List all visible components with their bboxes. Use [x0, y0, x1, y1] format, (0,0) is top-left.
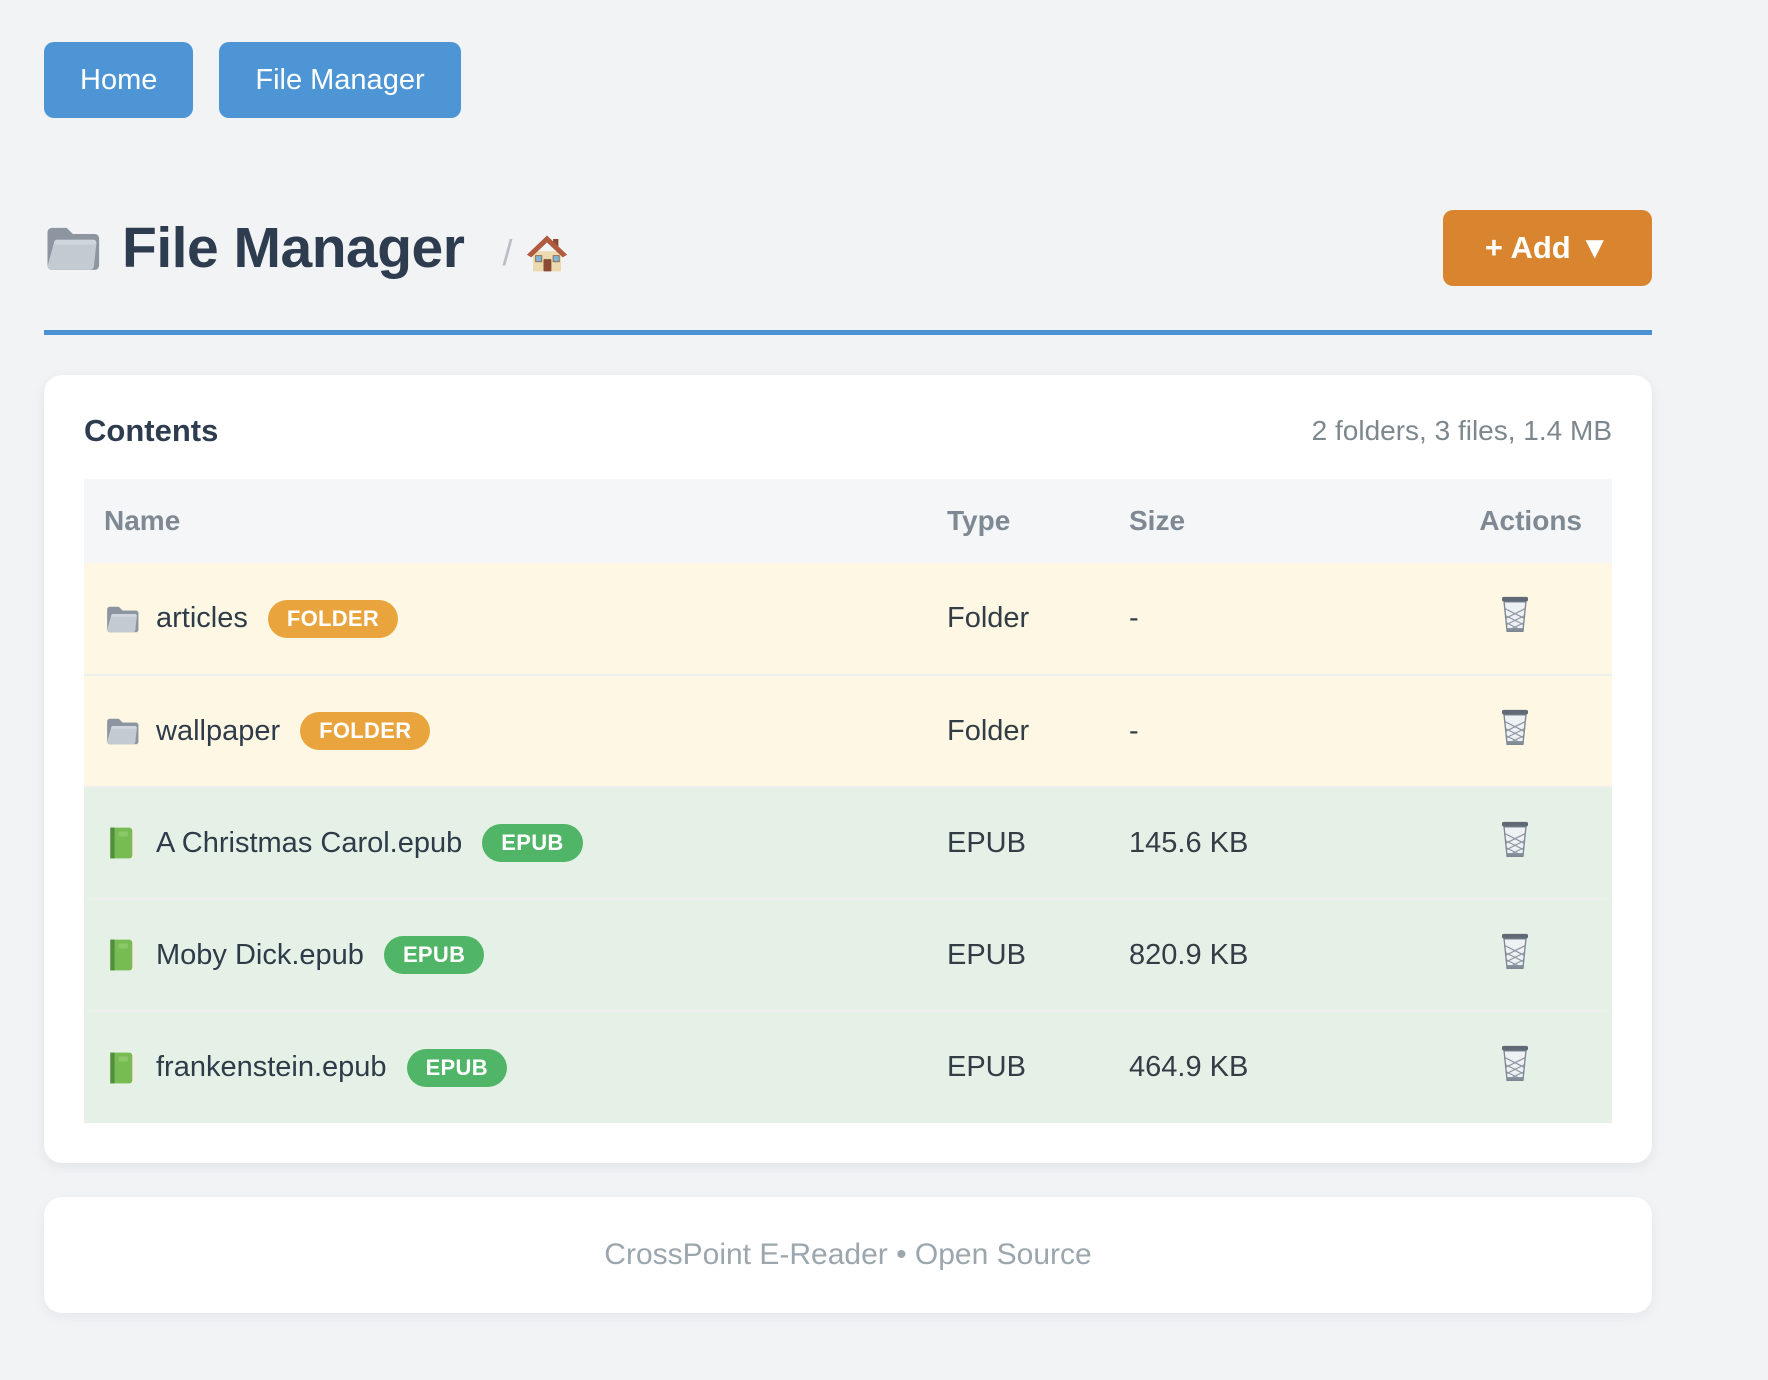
add-button[interactable]: + Add ▼: [1443, 210, 1652, 286]
contents-header: Contents 2 folders, 3 files, 1.4 MB: [84, 413, 1612, 449]
column-header-name: Name: [84, 479, 946, 563]
breadcrumb-separator: /: [502, 232, 512, 274]
item-type: Folder: [946, 563, 1128, 675]
files-table: Name Type Size Actions articles FOLDER: [84, 479, 1612, 1123]
item-size: -: [1128, 675, 1388, 787]
contents-summary: 2 folders, 3 files, 1.4 MB: [1312, 415, 1612, 447]
item-name[interactable]: articles: [156, 602, 248, 635]
table-row: frankenstein.epub EPUB EPUB 464.9 KB: [84, 1011, 1612, 1123]
table-row: wallpaper FOLDER Folder -: [84, 675, 1612, 787]
trash-icon: [1498, 821, 1532, 858]
folder-badge: FOLDER: [300, 712, 430, 750]
item-name[interactable]: A Christmas Carol.epub: [156, 827, 462, 860]
item-type: EPUB: [946, 787, 1128, 899]
folder-badge: FOLDER: [268, 600, 398, 638]
folder-icon: [104, 716, 140, 746]
home-icon[interactable]: [526, 233, 568, 273]
footer-text: CrossPoint E-Reader • Open Source: [604, 1238, 1091, 1272]
table-row: articles FOLDER Folder -: [84, 563, 1612, 675]
contents-title: Contents: [84, 413, 218, 449]
page-title: File Manager: [122, 220, 464, 277]
item-type: Folder: [946, 675, 1128, 787]
item-type: EPUB: [946, 1011, 1128, 1123]
item-size: 820.9 KB: [1128, 899, 1388, 1011]
book-icon: [104, 826, 140, 860]
page-header: File Manager / + Add ▼: [44, 210, 1652, 286]
book-icon: [104, 938, 140, 972]
delete-button[interactable]: [1498, 821, 1532, 858]
contents-card: Contents 2 folders, 3 files, 1.4 MB Name…: [44, 375, 1652, 1163]
book-icon: [104, 1051, 140, 1085]
table-row: A Christmas Carol.epub EPUB EPUB 145.6 K…: [84, 787, 1612, 899]
column-header-actions: Actions: [1388, 479, 1612, 563]
item-size: -: [1128, 563, 1388, 675]
trash-icon: [1498, 596, 1532, 633]
trash-icon: [1498, 1045, 1532, 1082]
item-type: EPUB: [946, 899, 1128, 1011]
folder-icon: [104, 604, 140, 634]
table-header-row: Name Type Size Actions: [84, 479, 1612, 563]
delete-button[interactable]: [1498, 596, 1532, 633]
home-button[interactable]: Home: [44, 42, 193, 118]
footer: CrossPoint E-Reader • Open Source: [44, 1197, 1652, 1313]
delete-button[interactable]: [1498, 933, 1532, 970]
item-name[interactable]: Moby Dick.epub: [156, 939, 364, 972]
folder-icon: [44, 223, 100, 273]
delete-button[interactable]: [1498, 709, 1532, 746]
epub-badge: EPUB: [407, 1049, 507, 1087]
trash-icon: [1498, 709, 1532, 746]
item-name[interactable]: frankenstein.epub: [156, 1051, 387, 1084]
item-name[interactable]: wallpaper: [156, 715, 280, 748]
epub-badge: EPUB: [482, 824, 582, 862]
column-header-size: Size: [1128, 479, 1388, 563]
column-header-type: Type: [946, 479, 1128, 563]
delete-button[interactable]: [1498, 1045, 1532, 1082]
trash-icon: [1498, 933, 1532, 970]
table-row: Moby Dick.epub EPUB EPUB 820.9 KB: [84, 899, 1612, 1011]
epub-badge: EPUB: [384, 936, 484, 974]
header-divider: [44, 330, 1652, 335]
file-manager-button[interactable]: File Manager: [219, 42, 460, 118]
item-size: 145.6 KB: [1128, 787, 1388, 899]
breadcrumb: /: [502, 232, 568, 274]
item-size: 464.9 KB: [1128, 1011, 1388, 1123]
top-nav: Home File Manager: [44, 42, 1652, 118]
file-manager-page: Home File Manager File Manager / + Add ▼…: [0, 0, 1652, 1313]
